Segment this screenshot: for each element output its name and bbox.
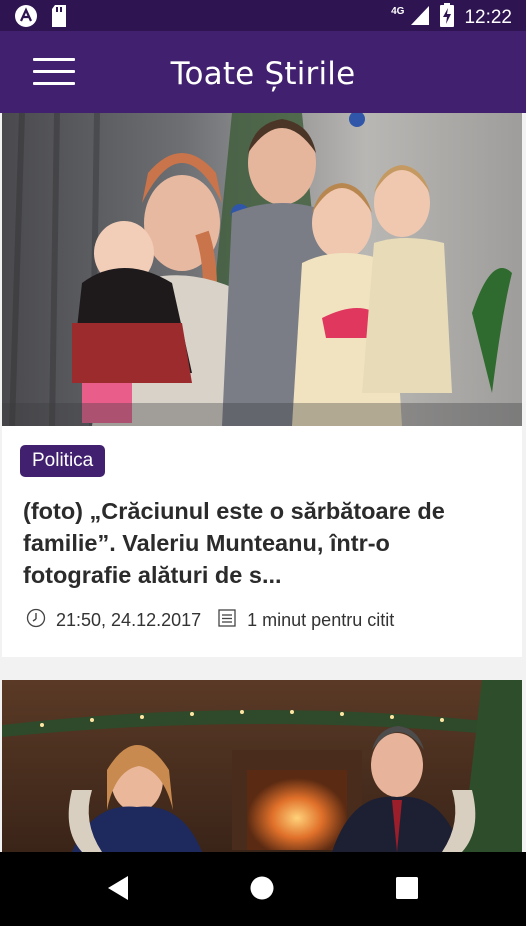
app-notification-icon [14,4,38,33]
battery-charging-icon [440,3,455,32]
recents-icon[interactable] [395,874,419,907]
home-icon[interactable] [249,874,275,907]
screen: 4G 12:22 Toate Știrile Politica (foto) „… [0,0,526,926]
article-meta: 21:50, 24.12.2017 1 minut pentru citit [26,608,394,633]
system-nav-bar [0,852,526,926]
page-title: Toate Știrile [170,56,356,92]
holiday-fireplace-photo [2,680,522,852]
article-datetime: 21:50, 24.12.2017 [56,610,202,630]
family-photo [2,113,522,426]
network-type-label: 4G [391,6,405,17]
app-bar: Toate Știrile [0,31,526,113]
article-title[interactable]: (foto) „Crăciunul este o sărbătoare de f… [23,495,493,591]
article-card[interactable] [2,680,522,852]
category-badge[interactable]: Politica [20,445,106,477]
clock-icon [26,608,56,633]
article-read-time: 1 minut pentru citit [247,610,395,630]
sd-card-icon [50,4,68,33]
article-card[interactable]: Politica (foto) „Crăciunul este o sărbăt… [2,113,522,657]
status-bar: 4G 12:22 [0,0,526,31]
signal-icon [410,4,430,31]
back-icon[interactable] [106,874,130,907]
read-time-icon [217,608,247,633]
status-time: 12:22 [464,6,512,28]
